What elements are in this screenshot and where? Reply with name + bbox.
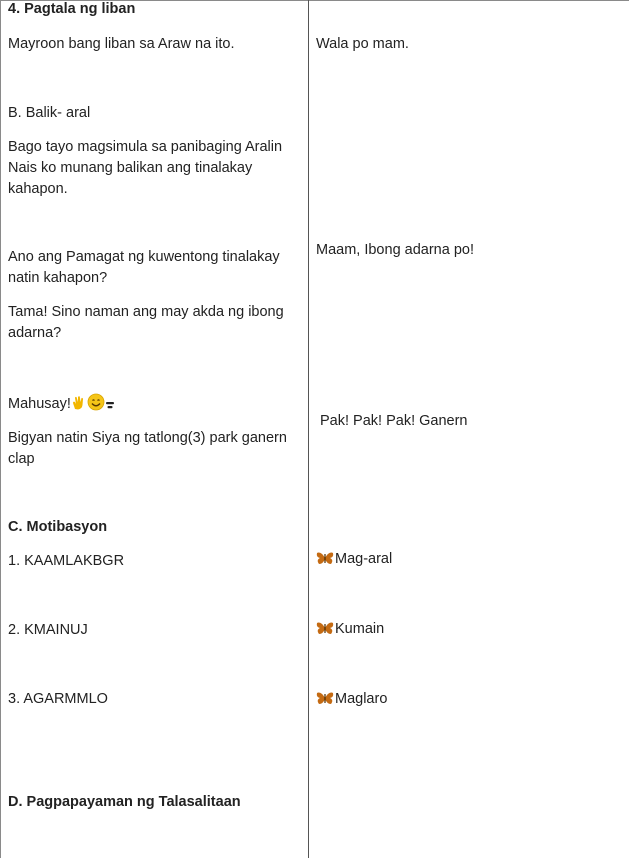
clapping-hands-icon (71, 395, 87, 418)
review-line-1: Bago tayo magsimula sa panibaging Aralin (8, 139, 283, 155)
answer-2-text: Kumain (335, 621, 385, 637)
column-divider (308, 0, 309, 858)
praise-text: Mahusay! (8, 396, 71, 412)
absent-question: Mayroon bang liban sa Araw na ito. (8, 36, 235, 52)
review-line-2: Nais ko munang balikan ang tinalakay (8, 160, 253, 176)
author-question-line-2: adarna? (8, 325, 62, 341)
praise-line: Mahusay! (8, 393, 115, 418)
absent-answer: Wala po mam. (316, 36, 409, 52)
butterfly-icon (316, 691, 334, 705)
title-question-line-2: natin kahapon? (8, 270, 108, 286)
clap-line-1: Bigyan natin Siya ng tatlong(3) park gan… (8, 430, 287, 446)
section-b-title: B. Balik- aral (8, 105, 91, 121)
table-left-border (0, 0, 1, 858)
smiling-face-icon (87, 393, 105, 418)
dark-mark-icon (105, 397, 115, 418)
section-d-title: D. Pagpapayaman ng Talasalitaan (8, 794, 241, 810)
clap-line-2: clap (8, 451, 35, 467)
answer-2: Kumain (316, 619, 384, 640)
section-4-title: 4. Pagtala ng liban (8, 1, 136, 17)
scrambled-item-1: 1. KAAMLAKBGR (8, 553, 125, 569)
title-answer: Maam, Ibong adarna po! (316, 242, 474, 258)
lesson-plan-page: 4. Pagtala ng liban Mayroon bang liban s… (0, 0, 629, 858)
title-question-line-1: Ano ang Pamagat ng kuwentong tinalakay (8, 249, 280, 265)
section-c-title: C. Motibasyon (8, 519, 108, 535)
review-line-3: kahapon. (8, 181, 68, 197)
butterfly-icon (316, 551, 334, 565)
scrambled-item-3: 3. AGARMMLO (8, 691, 108, 707)
author-question-line-1: Tama! Sino naman ang may akda ng ibong (8, 304, 284, 320)
answer-1: Mag-aral (316, 549, 392, 570)
butterfly-icon (316, 621, 334, 635)
answer-1-text: Mag-aral (335, 551, 393, 567)
answer-3: Maglaro (316, 689, 387, 710)
clap-answer: Pak! Pak! Pak! Ganern (320, 413, 468, 429)
answer-3-text: Maglaro (335, 691, 388, 707)
scrambled-item-2: 2. KMAINUJ (8, 622, 88, 638)
